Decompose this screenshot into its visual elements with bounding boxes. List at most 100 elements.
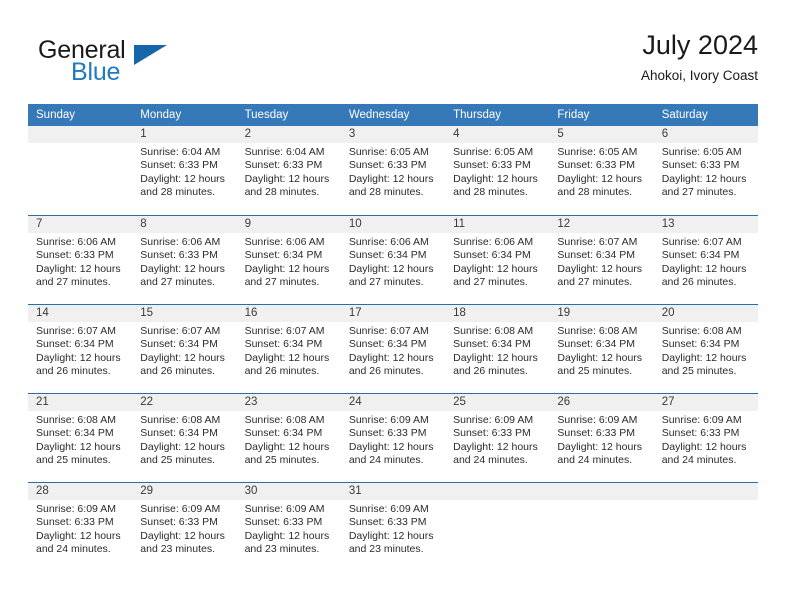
sunset-text: Sunset: 6:33 PM	[661, 427, 740, 440]
calendar-day-cell[interactable]: 7 Sunrise: 6:06 AM Sunset: 6:33 PM Daylight…	[28, 216, 132, 304]
sunset-text: Sunset: 6:33 PM	[661, 159, 740, 172]
weekday-header-row: Sunday Monday Tuesday Wednesday Thursday Frid…	[28, 104, 758, 126]
calendar-day-cell[interactable]: 2 Sunrise: 6:04 AM Sunset: 6:33 PM Daylight…	[237, 126, 341, 215]
calendar-day-cell[interactable]: 28 Sunrise: 6:09 AM Sunset: 6:33 PM Dayligh…	[28, 483, 132, 568]
sunset-text: Sunset: 6:34 PM	[36, 427, 114, 440]
sunrise-text: Sunrise: 6:06 AM	[36, 236, 116, 248]
sunrise-text: Sunrise: 6:09 AM	[140, 503, 221, 515]
calendar-day-cell[interactable]: 3 Sunrise: 6:05 AM Sunset: 6:33 PM Daylight…	[341, 126, 445, 215]
calendar-day-cell[interactable]: 24 Sunrise: 6:09 AM Sunset: 6:33 PM Dayligh…	[341, 394, 445, 482]
daylight-text-line1: Daylight: 12 hours	[244, 351, 330, 364]
calendar-grid: Sunday Monday Tuesday Wednesday Thursday Frid…	[28, 104, 758, 568]
sunrise-text: Sunrise: 6:07 AM	[244, 325, 325, 337]
daylight-text-line1: Daylight: 12 hours	[453, 172, 538, 185]
daylight-text-line2: and 24 minutes.	[36, 543, 111, 556]
calendar-day-cell[interactable]: 9 Sunrise: 6:06 AM Sunset: 6:34 PM Daylight…	[237, 216, 341, 304]
daylight-text-line2: and 25 minutes.	[557, 365, 633, 378]
daylight-text-line2: and 25 minutes.	[36, 454, 111, 467]
calendar-week-row: 21 Sunrise: 6:08 AM Sunset: 6:34 PM Dayligh…	[28, 393, 758, 482]
sunrise-text: Sunrise: 6:09 AM	[348, 503, 429, 515]
weekday-header-friday: Friday	[557, 109, 590, 121]
calendar-day-cell[interactable]: 30 Sunrise: 6:09 AM Sunset: 6:33 PM Dayligh…	[237, 483, 341, 568]
calendar-day-cell[interactable]: 27 Sunrise: 6:09 AM Sunset: 6:33 PM Dayligh…	[654, 394, 758, 482]
sunrise-text: Sunrise: 6:06 AM	[140, 236, 221, 248]
daylight-text-line1: Daylight: 12 hours	[661, 262, 747, 275]
day-sun-info: Sunrise: 6:07 AM Sunset: 6:34 PM Daylight:…	[557, 236, 653, 290]
page-title: July 2024	[642, 30, 758, 60]
sunset-text: Sunset: 6:33 PM	[453, 159, 531, 172]
daylight-text-line2: and 27 minutes.	[557, 276, 633, 289]
calendar-day-cell[interactable]: 22 Sunrise: 6:08 AM Sunset: 6:34 PM Dayligh…	[132, 394, 236, 482]
calendar-day-cell[interactable]: 5 Sunrise: 6:05 AM Sunset: 6:33 PM Daylight…	[549, 126, 653, 215]
sunrise-text: Sunrise: 6:08 AM	[140, 414, 221, 426]
day-sun-info: Sunrise: 6:09 AM Sunset: 6:33 PM Daylight:…	[662, 414, 758, 468]
daylight-text-line1: Daylight: 12 hours	[348, 529, 434, 542]
day-number: 7	[36, 218, 43, 230]
calendar-page: General Blue July 2024 Ahokoi, Ivory Coa…	[0, 0, 792, 612]
page-header: General Blue July 2024 Ahokoi, Ivory Coa…	[28, 28, 758, 90]
daylight-text-line2: and 28 minutes.	[453, 186, 528, 199]
day-number: 23	[244, 396, 258, 408]
day-number: 16	[244, 307, 258, 319]
daylight-text-line1: Daylight: 12 hours	[244, 262, 330, 275]
calendar-day-cell[interactable]: 8 Sunrise: 6:06 AM Sunset: 6:33 PM Daylight…	[132, 216, 236, 304]
calendar-day-cell[interactable]: 12 Sunrise: 6:07 AM Sunset: 6:34 PM Dayligh…	[549, 216, 653, 304]
day-sun-info: Sunrise: 6:09 AM Sunset: 6:33 PM Daylight:…	[36, 503, 132, 557]
sunset-text: Sunset: 6:33 PM	[348, 516, 427, 529]
daylight-text-line1: Daylight: 12 hours	[348, 351, 434, 364]
sunset-text: Sunset: 6:33 PM	[348, 159, 427, 172]
calendar-day-cell[interactable]: 4 Sunrise: 6:05 AM Sunset: 6:33 PM Daylight…	[445, 126, 549, 215]
calendar-day-cell[interactable]: 17 Sunrise: 6:07 AM Sunset: 6:34 PM Dayligh…	[341, 305, 445, 393]
day-number: 27	[661, 396, 675, 408]
calendar-day-cell[interactable]: 31 Sunrise: 6:09 AM Sunset: 6:33 PM Dayligh…	[341, 483, 445, 568]
daylight-text-line2: and 26 minutes.	[348, 365, 424, 378]
calendar-day-cell[interactable]: 11 Sunrise: 6:06 AM Sunset: 6:34 PM Dayligh…	[445, 216, 549, 304]
sunset-text: Sunset: 6:34 PM	[453, 338, 531, 351]
calendar-day-cell[interactable]: 26 Sunrise: 6:09 AM Sunset: 6:33 PM Dayligh…	[549, 394, 653, 482]
weekday-header-thursday: Thursday	[453, 109, 502, 121]
calendar-day-cell[interactable]: 15 Sunrise: 6:07 AM Sunset: 6:34 PM Dayligh…	[132, 305, 236, 393]
day-sun-info: Sunrise: 6:07 AM Sunset: 6:34 PM Daylight:…	[36, 325, 132, 379]
calendar-day-cell[interactable]: 19 Sunrise: 6:08 AM Sunset: 6:34 PM Dayligh…	[549, 305, 653, 393]
daylight-text-line1: Daylight: 12 hours	[348, 172, 434, 185]
sunset-text: Sunset: 6:34 PM	[244, 338, 323, 351]
calendar-day-cell[interactable]: 1 Sunrise: 6:04 AM Sunset: 6:33 PM Daylight…	[132, 126, 236, 215]
day-sun-info: Sunrise: 6:06 AM Sunset: 6:33 PM Daylight:…	[140, 236, 236, 290]
day-number: 18	[453, 307, 466, 319]
daylight-text-line2: and 23 minutes.	[140, 543, 215, 556]
sunset-text: Sunset: 6:34 PM	[661, 338, 740, 351]
day-number: 17	[348, 307, 362, 319]
sunset-text: Sunset: 6:33 PM	[453, 427, 531, 440]
sunrise-text: Sunrise: 6:06 AM	[244, 236, 325, 248]
sunrise-text: Sunrise: 6:08 AM	[36, 414, 116, 426]
sunset-text: Sunset: 6:34 PM	[453, 249, 531, 262]
calendar-day-cell[interactable]: 14 Sunrise: 6:07 AM Sunset: 6:34 PM Dayligh…	[28, 305, 132, 393]
day-sun-info: Sunrise: 6:08 AM Sunset: 6:34 PM Daylight:…	[557, 325, 653, 379]
calendar-day-cell[interactable]: 25 Sunrise: 6:09 AM Sunset: 6:33 PM Dayligh…	[445, 394, 549, 482]
calendar-day-cell[interactable]: 21 Sunrise: 6:08 AM Sunset: 6:34 PM Dayligh…	[28, 394, 132, 482]
calendar-week-row: 7 Sunrise: 6:06 AM Sunset: 6:33 PM Daylight…	[28, 215, 758, 304]
calendar-day-cell[interactable]: 13 Sunrise: 6:07 AM Sunset: 6:34 PM Dayligh…	[654, 216, 758, 304]
calendar-day-cell[interactable]: 20 Sunrise: 6:08 AM Sunset: 6:34 PM Dayligh…	[654, 305, 758, 393]
day-number: 5	[557, 128, 564, 140]
daylight-text-line1: Daylight: 12 hours	[140, 529, 225, 542]
calendar-day-cell[interactable]: 6 Sunrise: 6:05 AM Sunset: 6:33 PM Daylight…	[654, 126, 758, 215]
calendar-day-cell[interactable]: 16 Sunrise: 6:07 AM Sunset: 6:34 PM Dayligh…	[237, 305, 341, 393]
sunrise-text: Sunrise: 6:07 AM	[36, 325, 116, 337]
day-sun-info: Sunrise: 6:05 AM Sunset: 6:33 PM Daylight:…	[453, 146, 549, 200]
calendar-day-cell[interactable]: 10 Sunrise: 6:06 AM Sunset: 6:34 PM Dayligh…	[341, 216, 445, 304]
day-sun-info: Sunrise: 6:06 AM Sunset: 6:34 PM Daylight:…	[245, 236, 341, 290]
daylight-text-line1: Daylight: 12 hours	[36, 529, 121, 542]
sunrise-text: Sunrise: 6:06 AM	[348, 236, 429, 248]
sunset-text: Sunset: 6:34 PM	[140, 427, 218, 440]
daylight-text-line1: Daylight: 12 hours	[140, 351, 225, 364]
day-sun-info: Sunrise: 6:09 AM Sunset: 6:33 PM Daylight:…	[140, 503, 236, 557]
calendar-day-cell[interactable]: 18 Sunrise: 6:08 AM Sunset: 6:34 PM Dayligh…	[445, 305, 549, 393]
daylight-text-line1: Daylight: 12 hours	[453, 262, 538, 275]
day-sun-info: Sunrise: 6:08 AM Sunset: 6:34 PM Daylight:…	[453, 325, 549, 379]
daylight-text-line1: Daylight: 12 hours	[36, 262, 121, 275]
general-blue-logo: General Blue	[38, 36, 218, 88]
calendar-day-cell[interactable]: 23 Sunrise: 6:08 AM Sunset: 6:34 PM Dayligh…	[237, 394, 341, 482]
calendar-day-cell[interactable]: 29 Sunrise: 6:09 AM Sunset: 6:33 PM Dayligh…	[132, 483, 236, 568]
daylight-text-line2: and 28 minutes.	[557, 186, 633, 199]
